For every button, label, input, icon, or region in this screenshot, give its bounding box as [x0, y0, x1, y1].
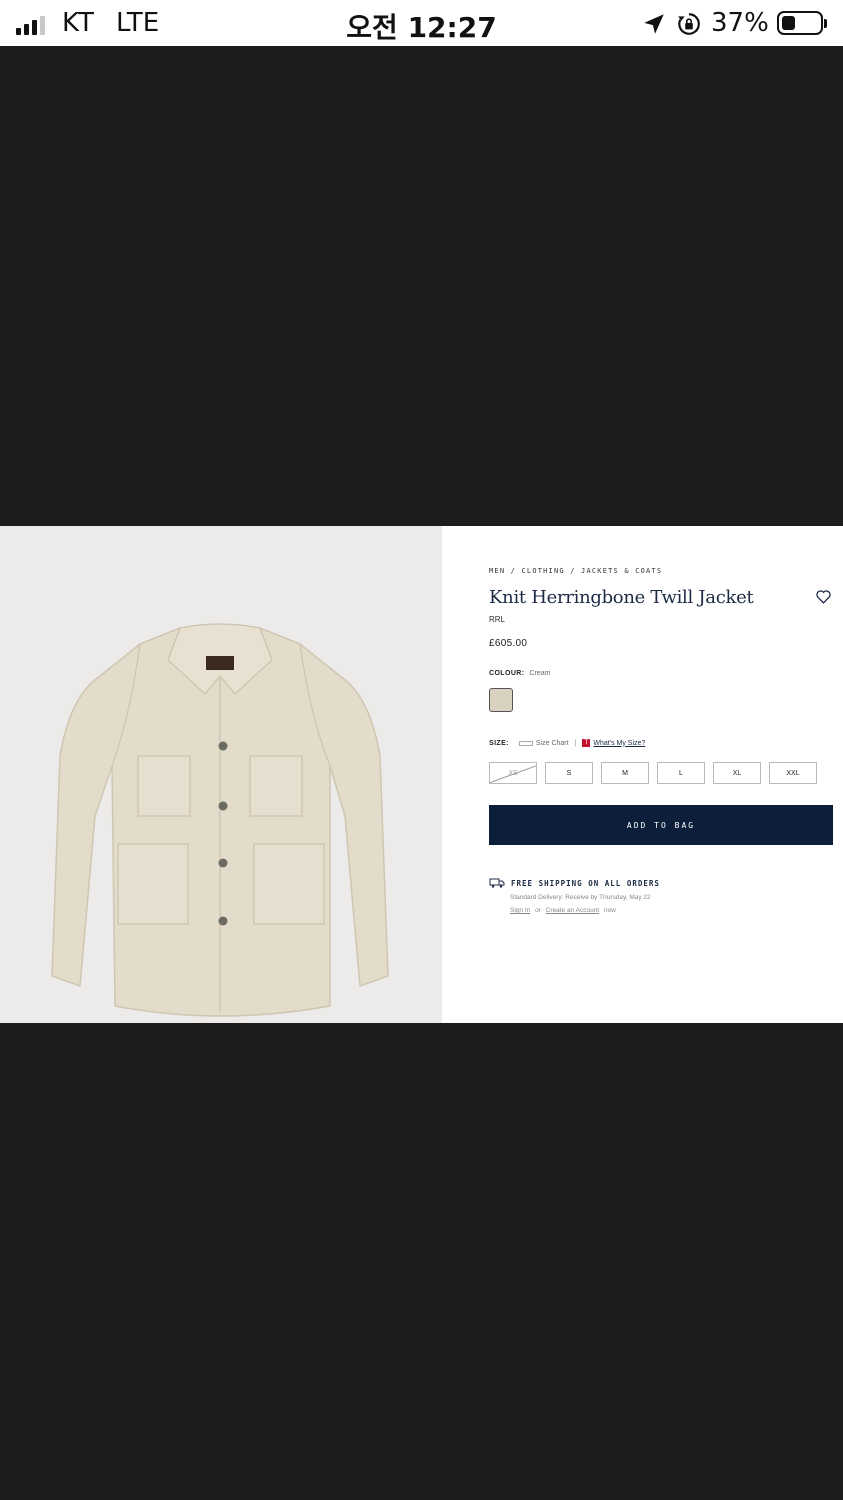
- product-info: MEN / CLOTHING / JACKETS & COATS Knit He…: [489, 526, 839, 1023]
- location-arrow-icon: [644, 14, 664, 34]
- breadcrumb[interactable]: MEN / CLOTHING / JACKETS & COATS: [489, 567, 662, 575]
- true-fit-icon: T: [582, 739, 591, 747]
- size-row: SIZE: Size Chart | T What's My Size?: [489, 739, 645, 747]
- colour-label: COLOUR:: [489, 670, 525, 677]
- free-shipping: FREE SHIPPING ON ALL ORDERS: [489, 878, 660, 888]
- account-prompt: Sign In or Create an Account now: [510, 907, 619, 914]
- product-price: £605.00: [489, 638, 528, 649]
- size-option-s[interactable]: S: [545, 762, 593, 784]
- colour-value: Cream: [529, 670, 551, 677]
- rotation-lock-icon: [678, 13, 700, 35]
- colour-row: COLOUR: Cream: [489, 670, 550, 677]
- truck-icon: [489, 878, 505, 888]
- size-options: XS S M L XL XXL: [489, 762, 817, 784]
- brand-name[interactable]: RRL: [489, 615, 505, 624]
- wishlist-heart-icon[interactable]: [815, 588, 832, 605]
- add-to-bag-button[interactable]: ADD TO BAG: [489, 805, 833, 845]
- sign-in-link[interactable]: Sign In: [510, 907, 530, 914]
- colour-swatch-cream[interactable]: [489, 688, 513, 712]
- whats-my-size-link[interactable]: What's My Size?: [593, 740, 645, 747]
- shipping-text: FREE SHIPPING ON ALL ORDERS: [511, 878, 660, 888]
- now-text: now: [603, 907, 616, 914]
- product-image[interactable]: [0, 526, 442, 1023]
- size-option-l[interactable]: L: [657, 762, 705, 784]
- battery-percent: 37%: [711, 8, 769, 38]
- product-title: Knit Herringbone Twill Jacket: [489, 587, 754, 608]
- delivery-estimate: Standard Delivery: Receive by Thursday, …: [510, 894, 651, 901]
- divider: |: [574, 739, 577, 747]
- battery-icon: [777, 11, 827, 35]
- size-label: SIZE:: [489, 739, 509, 747]
- size-option-xl[interactable]: XL: [713, 762, 761, 784]
- product-view: MEN / CLOTHING / JACKETS & COATS Knit He…: [0, 526, 843, 1023]
- create-account-link[interactable]: Create an Account: [546, 907, 599, 914]
- status-bar: KT LTE 오전 12:27 37%: [0, 0, 843, 46]
- size-option-xs[interactable]: XS: [489, 762, 537, 784]
- jacket-image: [51, 623, 389, 1017]
- or-text: or: [535, 907, 541, 914]
- size-option-m[interactable]: M: [601, 762, 649, 784]
- size-option-xxl[interactable]: XXL: [769, 762, 817, 784]
- size-chart-link[interactable]: Size Chart: [536, 740, 569, 747]
- ruler-icon: [518, 740, 533, 746]
